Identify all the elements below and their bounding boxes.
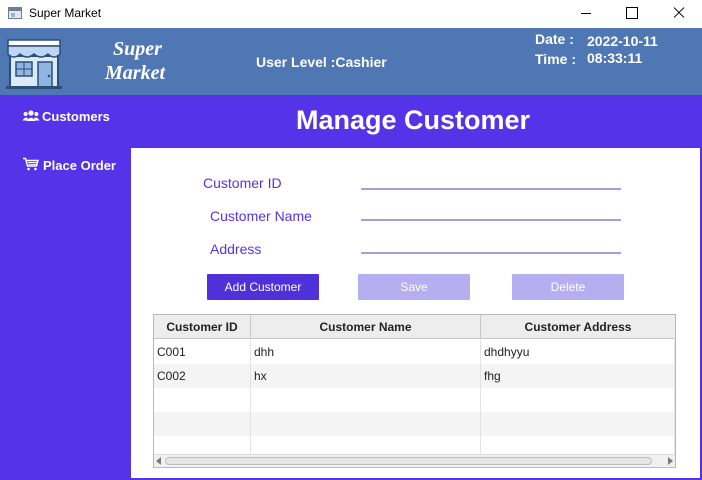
- table-cell: [251, 388, 481, 412]
- customer-name-input[interactable]: [361, 201, 621, 221]
- customer-name-label: Customer Name: [210, 208, 312, 224]
- cart-icon: [23, 157, 39, 171]
- scroll-right-arrow-icon[interactable]: [668, 457, 673, 465]
- page-title: Manage Customer: [296, 105, 531, 135]
- add-customer-button[interactable]: Add Customer: [207, 274, 319, 300]
- column-header-customer-name[interactable]: Customer Name: [251, 315, 481, 339]
- sidebar-item-place-order[interactable]: Place Order: [0, 153, 131, 177]
- customer-id-label: Customer ID: [203, 175, 282, 191]
- customer-id-input[interactable]: [361, 170, 621, 190]
- table-row-empty: [154, 388, 675, 412]
- table-cell: [251, 412, 481, 436]
- column-header-customer-id[interactable]: Customer ID: [154, 315, 251, 339]
- maximize-button[interactable]: [610, 0, 656, 28]
- scrollbar-thumb[interactable]: [165, 457, 652, 465]
- column-header-customer-address[interactable]: Customer Address: [481, 315, 675, 339]
- app-header: Super Market User Level :Cashier Date : …: [0, 28, 702, 95]
- table-row-empty: [154, 436, 675, 454]
- table-cell: [154, 436, 251, 454]
- sidebar-item-customers[interactable]: Customers: [0, 105, 131, 129]
- date-value: 2022-10-11: [587, 33, 658, 49]
- brand-line-1: Super: [113, 38, 162, 60]
- customer-table[interactable]: Customer ID Customer Name Customer Addre…: [153, 314, 676, 468]
- address-input[interactable]: [361, 234, 621, 254]
- table-cell: dhh: [251, 340, 481, 364]
- table-header: Customer ID Customer Name Customer Addre…: [154, 315, 675, 339]
- time-label: Time :: [535, 51, 576, 67]
- horizontal-scrollbar[interactable]: [154, 454, 675, 467]
- users-icon: [22, 110, 40, 121]
- brand-name: Super Market: [105, 37, 187, 85]
- table-cell: [251, 436, 481, 454]
- brand-line-2: Market: [105, 62, 165, 84]
- minimize-button[interactable]: [564, 0, 610, 28]
- scroll-left-arrow-icon[interactable]: [156, 457, 161, 465]
- table-cell: hx: [251, 364, 481, 388]
- time-value: 08:33:11: [587, 50, 643, 66]
- table-row[interactable]: C001 dhh dhdhyyu: [154, 340, 675, 364]
- table-cell: [154, 412, 251, 436]
- store-front-icon: [6, 39, 62, 89]
- window-title: Super Market: [29, 6, 102, 20]
- delete-button[interactable]: Delete: [512, 274, 624, 300]
- table-cell: [481, 436, 675, 454]
- app-window-icon: [8, 7, 22, 19]
- table-cell: [481, 388, 675, 412]
- close-window-button[interactable]: [656, 0, 702, 28]
- sidebar: Customers Place Order: [0, 95, 131, 480]
- table-cell: C002: [154, 364, 251, 388]
- sidebar-item-label: Customers: [42, 109, 110, 124]
- table-cell: [154, 388, 251, 412]
- save-button[interactable]: Save: [358, 274, 470, 300]
- window-title-bar: Super Market: [0, 0, 702, 28]
- date-label: Date :: [535, 31, 574, 47]
- sidebar-item-label: Place Order: [43, 158, 116, 173]
- table-row[interactable]: C002 hx fhg: [154, 364, 675, 388]
- table-cell: [481, 412, 675, 436]
- table-cell: dhdhyyu: [481, 340, 675, 364]
- table-cell: fhg: [481, 364, 675, 388]
- table-row-empty: [154, 412, 675, 436]
- table-cell: C001: [154, 340, 251, 364]
- address-label: Address: [210, 241, 262, 257]
- user-level-label: User Level :Cashier: [256, 54, 387, 70]
